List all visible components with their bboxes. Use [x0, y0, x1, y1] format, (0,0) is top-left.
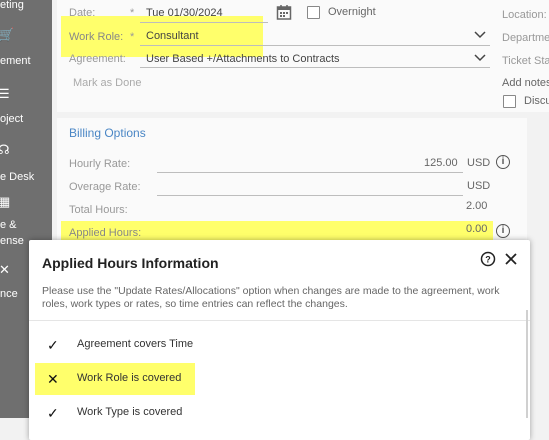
- check-icon: ✓: [47, 337, 59, 353]
- applied-hours-info-icon[interactable]: i: [496, 224, 510, 238]
- cart-icon: 🛒: [0, 27, 15, 42]
- list-item-label: Work Role is covered: [77, 372, 182, 384]
- finance-icon: ✕: [0, 262, 10, 277]
- sidebar-item-service-desk[interactable]: ☊ e Desk: [0, 142, 52, 184]
- billing-options-title: Billing Options: [69, 126, 146, 140]
- calculator-icon: ▦: [0, 194, 11, 209]
- dialog-scrollbar[interactable]: [526, 310, 528, 418]
- close-icon[interactable]: [504, 252, 518, 266]
- required-mark: *: [130, 31, 135, 43]
- discussion-checkbox[interactable]: [503, 95, 516, 108]
- dialog-divider: [29, 320, 530, 321]
- location-label: Location:: [502, 9, 547, 21]
- hourly-rate-label: Hourly Rate:: [69, 158, 131, 170]
- required-mark: *: [130, 7, 135, 19]
- hourly-rate-underline: [157, 172, 463, 173]
- applied-hours-label: Applied Hours:: [69, 227, 142, 239]
- date-input[interactable]: Tue 01/30/2024: [146, 7, 223, 20]
- project-icon: ☰: [0, 86, 10, 101]
- applied-hours-dialog: Applied Hours Information ? Please use t…: [29, 240, 530, 440]
- chevron-down-icon[interactable]: [474, 30, 486, 40]
- ticket-status-label: Ticket Sta: [502, 55, 549, 67]
- mark-as-done-button[interactable]: Mark as Done: [73, 77, 141, 90]
- list-item-label: Agreement covers Time: [77, 338, 194, 350]
- date-underline: [140, 22, 268, 23]
- sidebar-item-label: e Desk: [0, 171, 35, 183]
- work-role-label: Work Role:: [69, 31, 124, 43]
- sidebar-item-meeting[interactable]: eting: [0, 0, 52, 14]
- dialog-message: Please use the "Update Rates/Allocations…: [42, 285, 500, 310]
- help-icon[interactable]: ?: [480, 251, 496, 267]
- dialog-title: Applied Hours Information: [42, 255, 219, 271]
- overnight-label: Overnight: [328, 6, 376, 18]
- sidebar-item-procurement[interactable]: 🛒 ement: [0, 26, 52, 68]
- department-label: Departme: [502, 32, 549, 44]
- applied-hours-value: 0.00: [466, 223, 488, 235]
- sidebar-item-label: eting: [0, 0, 24, 11]
- sidebar-item-label: e &: [0, 219, 17, 231]
- headset-icon: ☊: [0, 142, 10, 157]
- agreement-label: Agreement:: [69, 53, 126, 65]
- discussion-label: Discu: [524, 95, 549, 107]
- sidebar-item-label: oject: [0, 113, 24, 125]
- sidebar-item-label: ement: [0, 55, 31, 67]
- agreement-underline: [140, 67, 490, 68]
- hourly-rate-currency: USD: [467, 157, 491, 169]
- chevron-down-icon[interactable]: [474, 53, 486, 63]
- overnight-checkbox[interactable]: [307, 6, 320, 19]
- date-label: Date:: [69, 7, 96, 19]
- x-icon: ✕: [47, 371, 59, 387]
- info-icon[interactable]: i: [496, 155, 510, 169]
- total-hours-label: Total Hours:: [69, 204, 128, 216]
- sidebar-item-label: nce: [0, 288, 18, 300]
- add-notes-label: Add notes: [502, 77, 549, 89]
- svg-text:?: ?: [485, 255, 491, 265]
- overage-rate-underline[interactable]: [157, 195, 463, 196]
- agreement-select[interactable]: User Based +/Attachments to Contracts: [146, 53, 340, 66]
- hourly-rate-input[interactable]: 125.00: [424, 157, 458, 170]
- work-role-select[interactable]: Consultant: [146, 30, 199, 43]
- total-hours-value: 2.00: [466, 200, 488, 212]
- sidebar-item-label: ense: [0, 235, 24, 247]
- calendar-icon[interactable]: [276, 4, 292, 20]
- list-item-label: Work Type is covered: [77, 406, 183, 418]
- sidebar-item-project[interactable]: ☰ oject: [0, 84, 52, 126]
- work-role-underline: [140, 45, 490, 46]
- overage-rate-label: Overage Rate:: [69, 181, 141, 193]
- overage-rate-currency: USD: [467, 180, 491, 192]
